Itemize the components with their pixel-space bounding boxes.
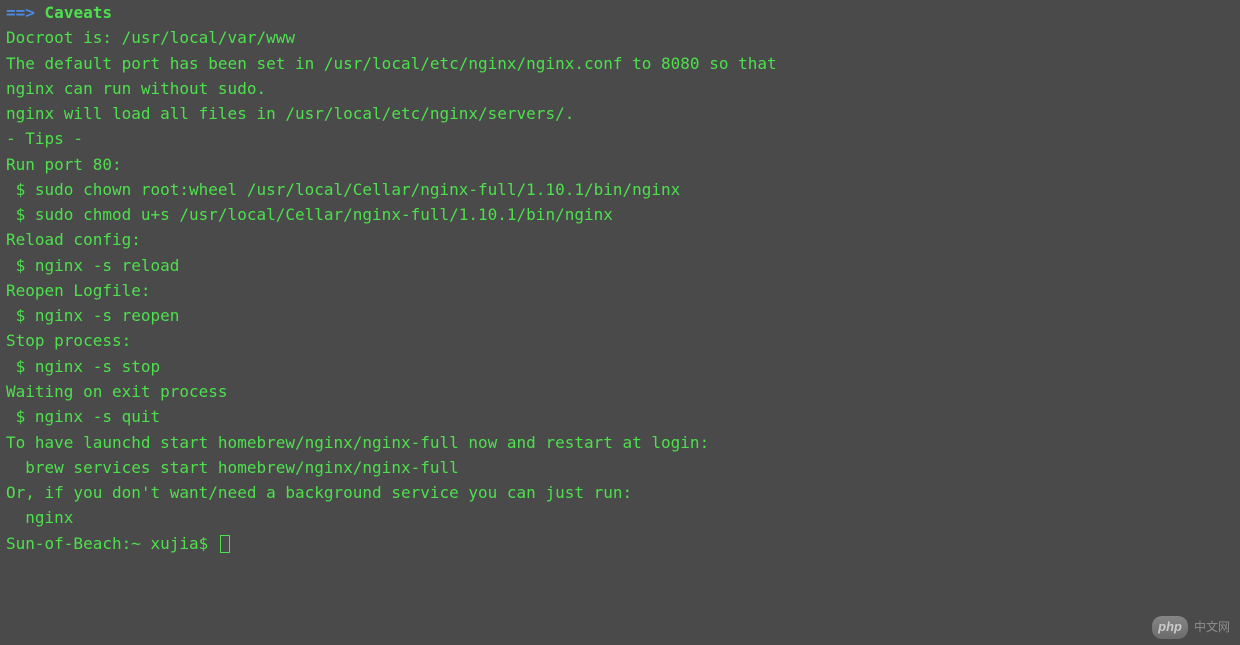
shell-prompt: Sun-of-Beach:~ xujia$: [6, 534, 218, 553]
terminal-output[interactable]: ==> Caveats Docroot is: /usr/local/var/w…: [0, 0, 1240, 556]
port-line-1: The default port has been set in /usr/lo…: [6, 51, 1234, 76]
chmod-command: $ sudo chmod u+s /usr/local/Cellar/nginx…: [6, 202, 1234, 227]
quit-command: $ nginx -s quit: [6, 404, 1234, 429]
loadfiles-line: nginx will load all files in /usr/local/…: [6, 101, 1234, 126]
stop-command: $ nginx -s stop: [6, 354, 1234, 379]
runport-label: Run port 80:: [6, 152, 1234, 177]
prompt-line[interactable]: Sun-of-Beach:~ xujia$: [6, 531, 1234, 556]
launchd-line-2: brew services start homebrew/nginx/nginx…: [6, 455, 1234, 480]
or-line-2: nginx: [6, 505, 1234, 530]
reopen-command: $ nginx -s reopen: [6, 303, 1234, 328]
stop-label: Stop process:: [6, 328, 1234, 353]
caveats-title: Caveats: [45, 3, 112, 22]
reload-label: Reload config:: [6, 227, 1234, 252]
launchd-line-1: To have launchd start homebrew/nginx/ngi…: [6, 430, 1234, 455]
caveats-header: ==> Caveats: [6, 0, 1234, 25]
watermark-badge: php: [1152, 616, 1188, 639]
arrow-icon: ==>: [6, 3, 35, 22]
watermark: php 中文网: [1152, 616, 1230, 639]
wait-label: Waiting on exit process: [6, 379, 1234, 404]
docroot-line: Docroot is: /usr/local/var/www: [6, 25, 1234, 50]
cursor-icon: [220, 535, 230, 553]
watermark-text: 中文网: [1194, 618, 1230, 637]
chown-command: $ sudo chown root:wheel /usr/local/Cella…: [6, 177, 1234, 202]
reopen-label: Reopen Logfile:: [6, 278, 1234, 303]
or-line-1: Or, if you don't want/need a background …: [6, 480, 1234, 505]
tips-header: - Tips -: [6, 126, 1234, 151]
port-line-2: nginx can run without sudo.: [6, 76, 1234, 101]
reload-command: $ nginx -s reload: [6, 253, 1234, 278]
